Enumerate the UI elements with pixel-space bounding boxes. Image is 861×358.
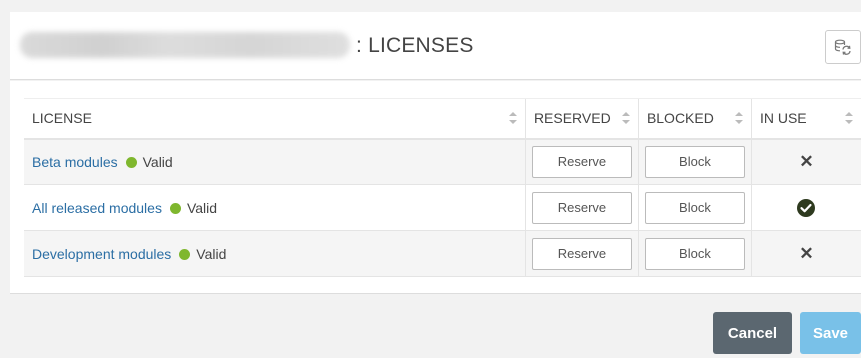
blocked-cell: Block (637, 184, 752, 231)
license-link[interactable]: Development modules (32, 246, 171, 262)
license-cell: Beta modules Valid (24, 138, 526, 185)
in-use-cell: ✕ (750, 230, 861, 277)
licenses-table: LICENSE RESERVED BLOCKED IN USE Beta mod… (24, 98, 861, 277)
block-button[interactable]: Block (644, 145, 745, 178)
license-cell: Development modules Valid (24, 230, 526, 277)
table-header-row: LICENSE RESERVED BLOCKED IN USE (24, 98, 861, 140)
page-title: : LICENSES (356, 34, 474, 57)
license-cell: All released modules Valid (24, 184, 526, 231)
dialog-footer: Cancel Save (10, 293, 861, 358)
valid-status-dot (179, 248, 191, 260)
table-row: All released modules Valid Reserve Block (24, 184, 861, 231)
column-header-blocked[interactable]: BLOCKED (637, 98, 752, 140)
reserved-cell: Reserve (524, 184, 639, 231)
sort-icon[interactable] (621, 112, 630, 125)
refresh-database-icon (834, 39, 851, 55)
sort-icon[interactable] (734, 112, 743, 125)
license-link[interactable]: All released modules (32, 200, 162, 216)
blurred-name (20, 32, 350, 58)
refresh-button[interactable] (825, 30, 861, 64)
license-status: Valid (186, 199, 218, 216)
x-icon: ✕ (799, 151, 814, 171)
license-status: Valid (196, 245, 227, 262)
dialog-content: LICENSE RESERVED BLOCKED IN USE Beta mod… (10, 81, 861, 293)
reserve-button[interactable]: Reserve (531, 237, 632, 270)
reserve-button[interactable]: Reserve (531, 191, 632, 224)
reserve-button[interactable]: Reserve (531, 145, 632, 178)
column-label: IN USE (759, 110, 807, 127)
dialog-header: : LICENSES (10, 12, 861, 80)
x-icon: ✕ (799, 243, 814, 263)
sort-icon[interactable] (845, 112, 853, 125)
column-header-reserved[interactable]: RESERVED (524, 98, 639, 140)
valid-status-dot (125, 156, 137, 168)
column-label: BLOCKED (646, 110, 714, 127)
column-label: LICENSE (32, 110, 92, 127)
cancel-button[interactable]: Cancel (713, 312, 792, 354)
column-header-license[interactable]: LICENSE (24, 98, 526, 140)
blocked-cell: Block (637, 230, 752, 277)
table-row: Beta modules Valid Reserve Block ✕ (24, 138, 861, 185)
valid-status-dot (169, 202, 181, 214)
license-link[interactable]: Beta modules (32, 154, 118, 170)
licenses-dialog: : LICENSES LICENSE RESERVED BLOCKED IN U… (0, 0, 861, 358)
column-header-in-use[interactable]: IN USE (750, 98, 861, 140)
license-status: Valid (142, 153, 173, 170)
reserved-cell: Reserve (524, 138, 639, 185)
reserved-cell: Reserve (524, 230, 639, 277)
blocked-cell: Block (637, 138, 752, 185)
block-button[interactable]: Block (644, 191, 745, 224)
table-row: Development modules Valid Reserve Block ✕ (24, 230, 861, 277)
check-circle-icon (797, 198, 816, 217)
sort-icon[interactable] (508, 112, 517, 125)
in-use-cell (750, 184, 861, 231)
save-button[interactable]: Save (800, 312, 861, 354)
block-button[interactable]: Block (644, 237, 745, 270)
in-use-cell: ✕ (750, 138, 861, 185)
column-label: RESERVED (533, 110, 611, 127)
